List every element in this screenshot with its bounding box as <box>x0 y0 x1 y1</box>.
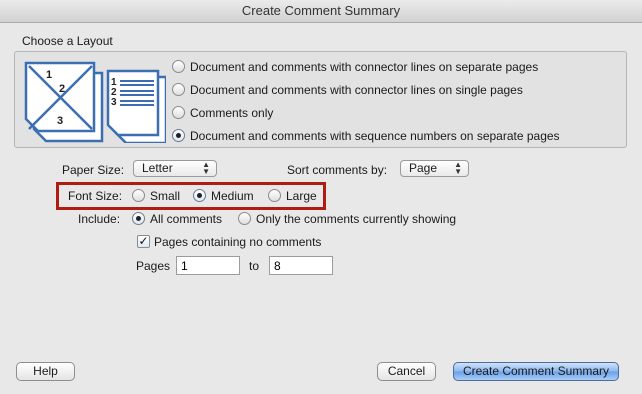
list-icon-number-3: 3 <box>111 97 117 108</box>
create-summary-button[interactable]: Create Comment Summary <box>453 362 619 381</box>
layout-option-radio-3[interactable] <box>172 106 185 119</box>
help-button[interactable]: Help <box>16 362 75 381</box>
font-size-large-label: Large <box>286 189 317 203</box>
include-all-label: All comments <box>150 212 223 226</box>
font-size-large-radio[interactable] <box>268 189 281 202</box>
cancel-button[interactable]: Cancel <box>377 362 436 381</box>
popup-arrows-icon: ▲ ▼ <box>454 160 462 176</box>
layout-group-label: Choose a Layout <box>22 34 113 48</box>
include-showing-label: Only the comments currently showing <box>256 212 457 226</box>
no-comments-label: Pages containing no comments <box>154 235 322 249</box>
pages-to-label: to <box>249 259 260 273</box>
layout-preview-icon: 1 2 3 1 2 3 <box>24 61 166 143</box>
layout-option-label-1: Document and comments with connector lin… <box>190 60 539 74</box>
pages-to-field[interactable] <box>269 256 333 275</box>
layout-option-radio-4[interactable] <box>172 129 185 142</box>
font-size-small-label: Small <box>150 189 181 203</box>
pages-from-field[interactable] <box>176 256 240 275</box>
window-title: Create Comment Summary <box>0 0 642 23</box>
paper-size-popup[interactable]: Letter ▲ ▼ <box>133 160 217 177</box>
font-size-medium-radio[interactable] <box>193 189 206 202</box>
layout-icon-number-2: 2 <box>59 83 65 95</box>
pages-label: Pages <box>136 259 171 273</box>
layout-option-label-2: Document and comments with connector lin… <box>190 83 523 97</box>
include-showing-radio[interactable] <box>238 212 251 225</box>
font-size-label: Font Size: <box>68 189 123 203</box>
font-size-small-radio[interactable] <box>132 189 145 202</box>
layout-option-radio-1[interactable] <box>172 60 185 73</box>
paper-size-value: Letter <box>142 161 173 175</box>
layout-option-label-4: Document and comments with sequence numb… <box>190 129 560 143</box>
layout-option-radio-2[interactable] <box>172 83 185 96</box>
layout-option-label-3: Comments only <box>190 106 274 120</box>
sort-popup[interactable]: Page ▲ ▼ <box>400 160 469 177</box>
sort-value: Page <box>409 161 438 175</box>
checkmark-icon: ✓ <box>138 234 149 248</box>
font-size-medium-label: Medium <box>211 189 254 203</box>
no-comments-checkbox[interactable]: ✓ <box>137 235 150 248</box>
include-all-radio[interactable] <box>132 212 145 225</box>
layout-icon-number-1: 1 <box>46 69 52 81</box>
include-label: Include: <box>78 212 121 226</box>
layout-icon-number-3: 3 <box>57 115 63 127</box>
sort-label: Sort comments by: <box>287 163 388 177</box>
paper-size-label: Paper Size: <box>62 163 125 177</box>
popup-arrows-icon: ▲ ▼ <box>202 160 210 176</box>
